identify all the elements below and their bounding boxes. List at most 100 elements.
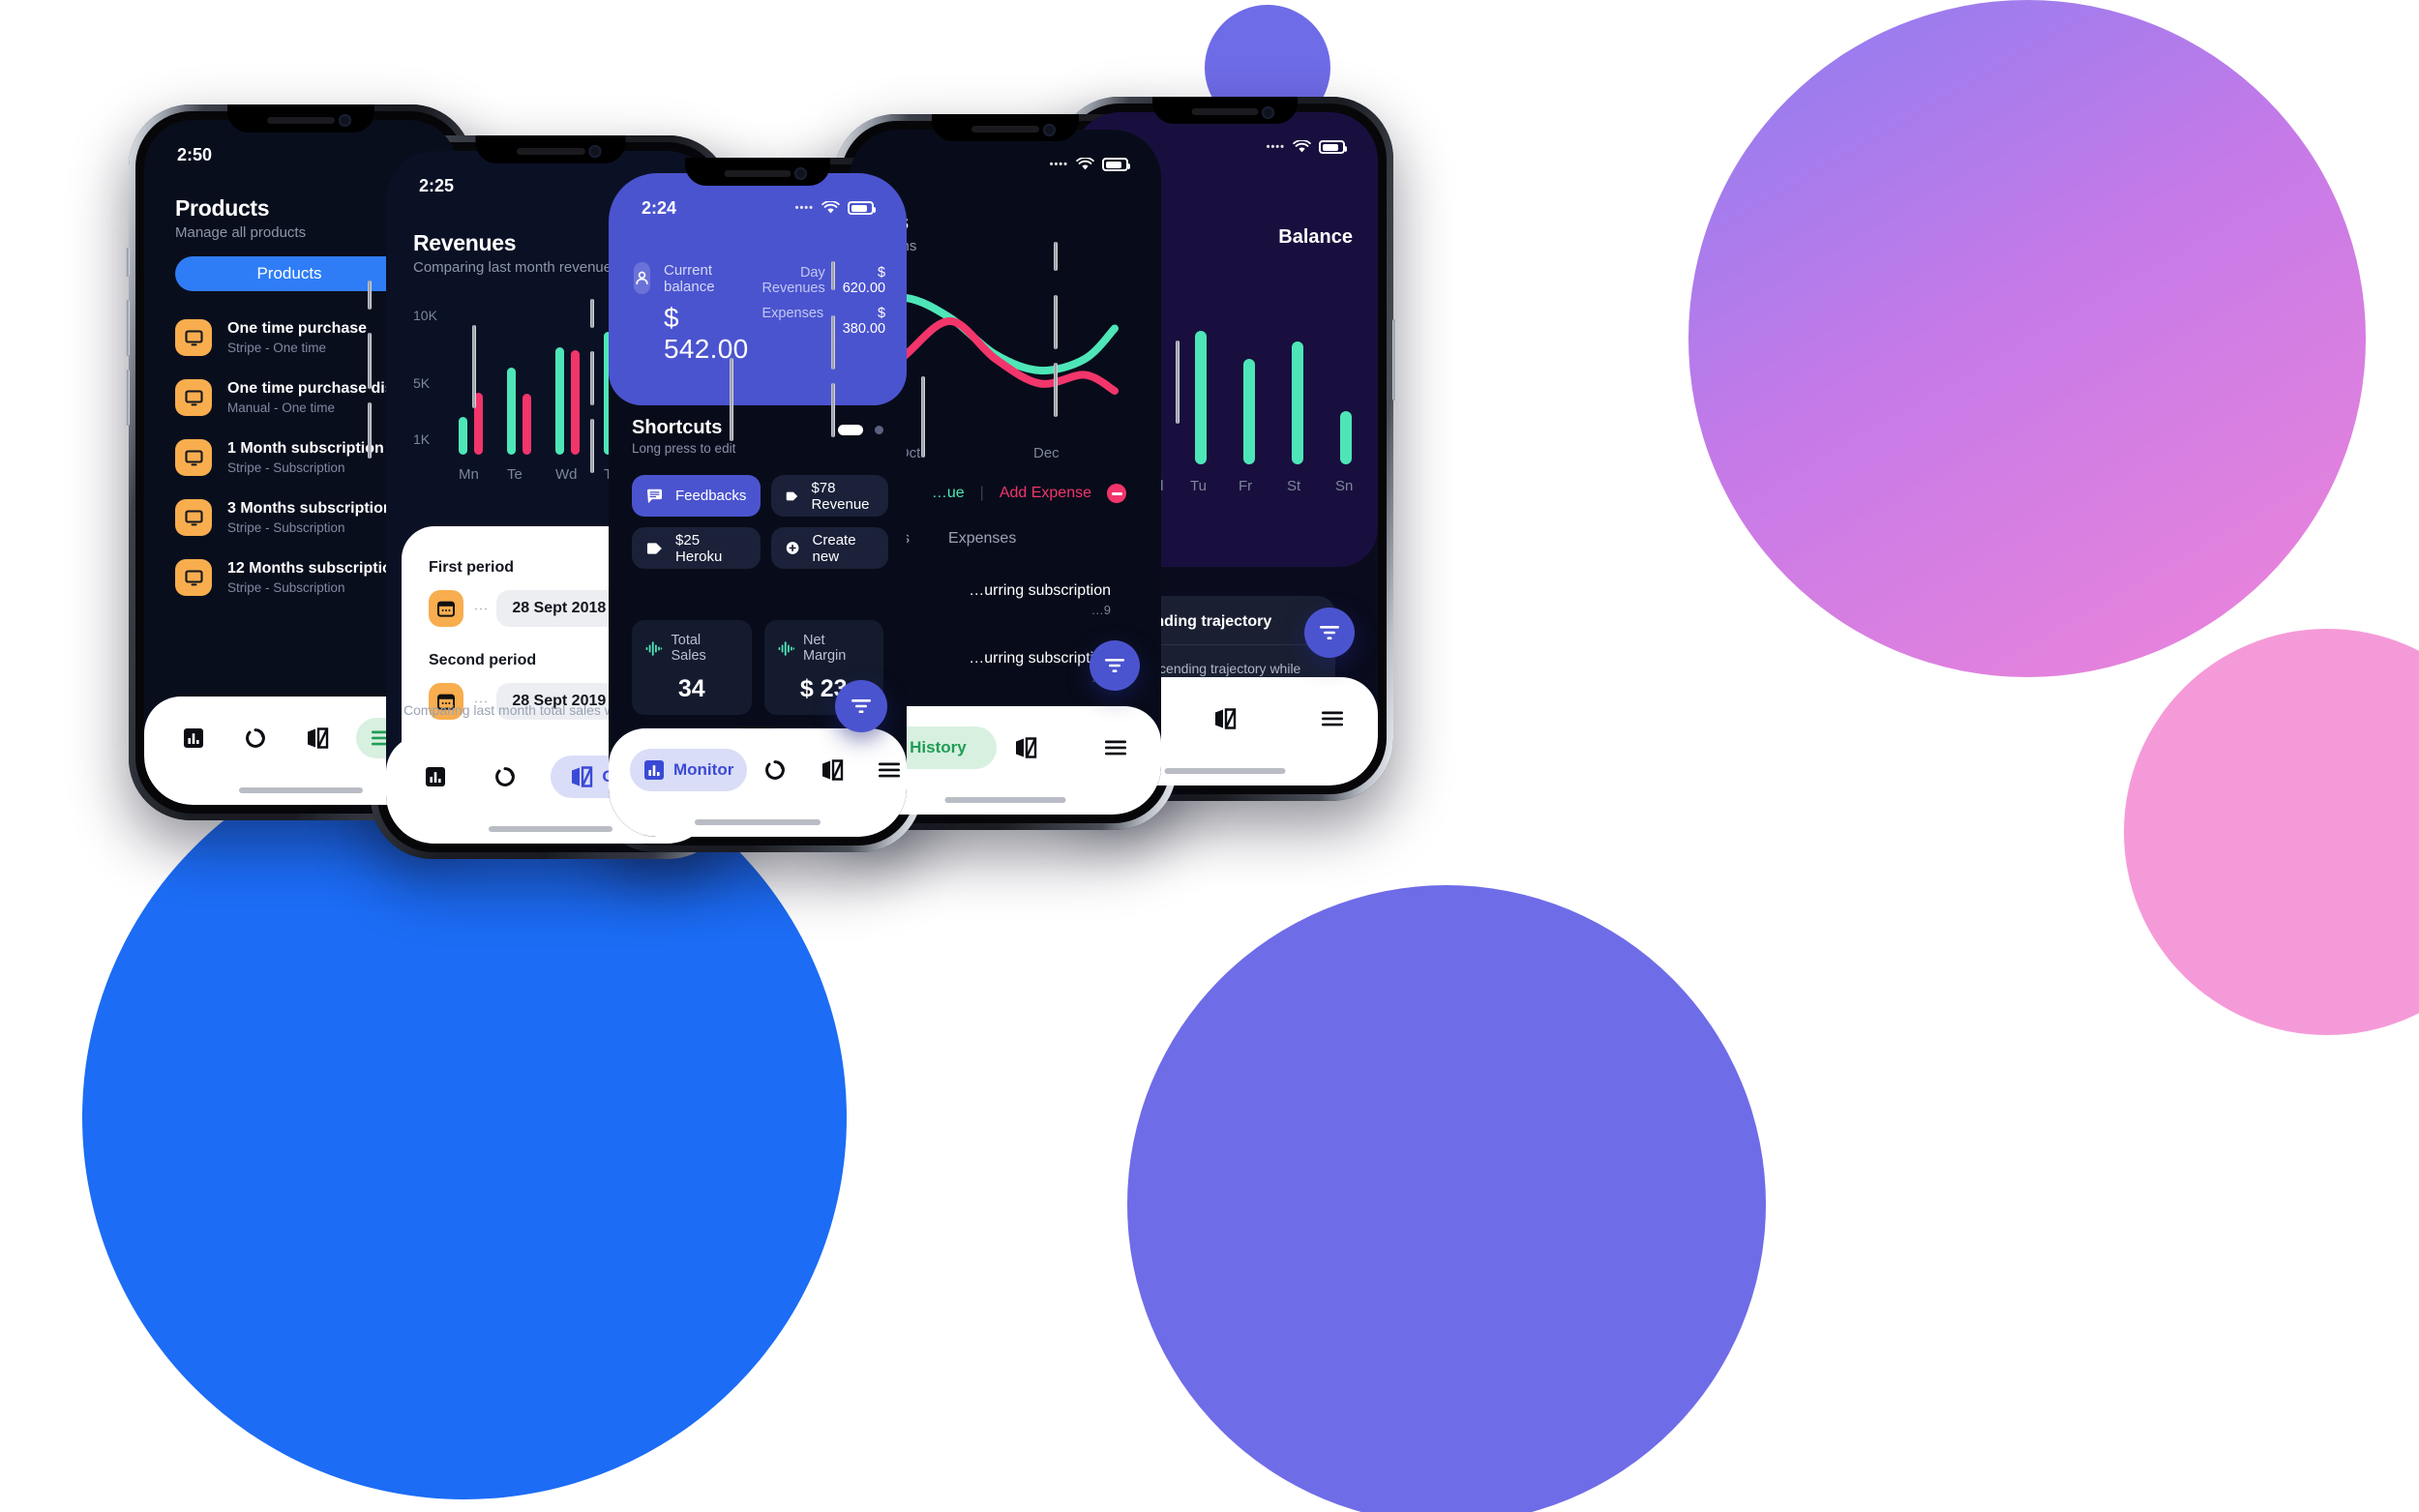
balance-row-label: Day Revenues bbox=[762, 265, 825, 296]
home-indicator bbox=[1164, 768, 1286, 774]
shortcut-buttons-grid[interactable]: Feedbacks $78 Revenue $25 Heroku Create ne… bbox=[632, 475, 889, 569]
phone-monitor: 2:24 •••• Current balance $ 542.00 Day R… bbox=[590, 158, 925, 852]
volume-up-button[interactable] bbox=[368, 333, 372, 389]
compare-icon bbox=[1215, 708, 1237, 729]
transaction-date: …9 bbox=[969, 670, 1111, 685]
nav-item-label: History bbox=[910, 738, 967, 756]
product-meta: Stripe - Subscription bbox=[227, 580, 345, 595]
minus-circle-icon[interactable] bbox=[1107, 484, 1126, 503]
x-axis-tick: Sn bbox=[1335, 478, 1354, 494]
menu-icon bbox=[879, 762, 901, 778]
volume-down-button[interactable] bbox=[1054, 363, 1058, 417]
status-time: 2:25 bbox=[419, 175, 455, 195]
nav-item-monitor[interactable]: Monitor bbox=[630, 749, 748, 791]
filter-fab-button[interactable] bbox=[1304, 608, 1355, 658]
balance-kv-list: Day Revenues $ 620.00 Expenses $ 380.00 bbox=[762, 262, 885, 365]
shortcut--25-heroku[interactable]: $25 Heroku bbox=[632, 527, 762, 569]
bar-current bbox=[554, 347, 564, 455]
bar-chart-icon bbox=[426, 767, 445, 786]
filter-icon bbox=[1320, 626, 1339, 639]
bar-group bbox=[1225, 317, 1273, 464]
x-axis-tick: Tu bbox=[1190, 478, 1207, 494]
tab-expenses[interactable]: Expenses bbox=[948, 530, 1016, 548]
nav-item-compare[interactable] bbox=[807, 749, 857, 791]
menu-icon bbox=[1322, 711, 1343, 726]
waveform-icon bbox=[645, 640, 663, 656]
wifi-icon bbox=[1293, 140, 1311, 153]
volume-up-button[interactable] bbox=[126, 300, 130, 356]
volume-down-button[interactable] bbox=[368, 402, 372, 459]
nav-item-menu[interactable] bbox=[1091, 729, 1140, 766]
power-button[interactable] bbox=[1392, 319, 1396, 400]
mute-switch[interactable] bbox=[831, 261, 835, 290]
drag-handle-icon[interactable]: ⋮ bbox=[472, 602, 489, 616]
power-button[interactable] bbox=[472, 325, 476, 408]
product-name: 3 Months subscriptions bbox=[227, 500, 402, 517]
balance-label: Current balance bbox=[664, 262, 715, 295]
bar-group bbox=[1273, 317, 1322, 464]
nav-item-donut-chart[interactable] bbox=[751, 749, 799, 791]
nav-item-compare[interactable] bbox=[1000, 726, 1051, 769]
filter-icon bbox=[851, 699, 871, 713]
monitor-icon bbox=[175, 499, 212, 536]
power-button[interactable] bbox=[1176, 341, 1180, 424]
filter-fab-button[interactable] bbox=[835, 680, 887, 732]
shortcut-create-new[interactable]: Create new bbox=[771, 527, 889, 569]
mute-switch[interactable] bbox=[126, 248, 130, 277]
balance-row-value: $ 620.00 bbox=[842, 265, 886, 296]
tag-icon bbox=[787, 491, 798, 500]
donut-chart-icon bbox=[245, 728, 265, 748]
shortcut--78-revenue[interactable]: $78 Revenue bbox=[771, 475, 889, 517]
nav-item-donut-chart[interactable] bbox=[481, 756, 529, 798]
phone4-notch bbox=[932, 114, 1079, 141]
monitor-icon bbox=[175, 559, 212, 596]
nav-item-bar-chart[interactable] bbox=[411, 756, 460, 798]
filter-icon bbox=[1105, 659, 1124, 672]
nav-item-donut-chart[interactable] bbox=[231, 717, 280, 759]
x-axis-tick: Dec bbox=[1033, 445, 1060, 461]
volume-down-button[interactable] bbox=[831, 383, 835, 437]
balance-row-value: $ 380.00 bbox=[842, 306, 886, 337]
power-button[interactable] bbox=[730, 358, 733, 441]
power-button[interactable] bbox=[921, 376, 925, 458]
shortcut-feedbacks[interactable]: Feedbacks bbox=[632, 475, 762, 517]
shortcuts-section: Shortcuts Long press to edit Feedbacks $7… bbox=[632, 417, 889, 569]
volume-up-button[interactable] bbox=[1054, 295, 1058, 349]
stat-label: Net Margin bbox=[803, 633, 847, 664]
nav-item-compare[interactable] bbox=[292, 717, 343, 759]
bar-current bbox=[458, 417, 467, 455]
product-meta: Stripe - Subscription bbox=[227, 520, 345, 535]
volume-up-button[interactable] bbox=[590, 351, 594, 405]
stat-card-total-sales[interactable]: Total Sales 34 bbox=[632, 620, 752, 715]
nav-item-menu[interactable] bbox=[865, 752, 907, 788]
filter-fab-button[interactable] bbox=[1090, 640, 1140, 691]
add-expense-link[interactable]: Add Expense bbox=[1000, 485, 1091, 502]
nav-item-compare[interactable] bbox=[1200, 697, 1250, 740]
balance-content: Current balance $ 542.00 Day Revenues $ 6… bbox=[634, 262, 885, 365]
nav-item-bar-chart[interactable] bbox=[169, 717, 218, 759]
product-name: One time purchase bbox=[227, 320, 368, 337]
mute-switch[interactable] bbox=[368, 281, 372, 310]
volume-down-button[interactable] bbox=[590, 419, 594, 473]
mute-switch[interactable] bbox=[1054, 242, 1058, 271]
person-icon[interactable] bbox=[634, 262, 650, 294]
volume-down-button[interactable] bbox=[126, 370, 130, 426]
wifi-icon bbox=[821, 201, 840, 214]
phone1-notch bbox=[227, 104, 374, 133]
transaction-name: …urring subscription bbox=[969, 582, 1111, 599]
bar-group bbox=[446, 313, 494, 455]
volume-up-button[interactable] bbox=[831, 315, 835, 370]
home-indicator bbox=[695, 819, 821, 825]
shortcuts-toggle[interactable] bbox=[838, 425, 863, 435]
plus-icon bbox=[787, 542, 799, 554]
calendar-icon[interactable] bbox=[429, 590, 464, 627]
add-revenue-link[interactable]: …ue bbox=[932, 485, 965, 502]
first-period-date-field[interactable]: 28 Sept 2018 bbox=[496, 590, 622, 627]
tag-icon bbox=[646, 542, 662, 554]
battery-icon bbox=[1102, 158, 1130, 171]
mute-switch[interactable] bbox=[590, 299, 594, 328]
shortcut-label: $25 Heroku bbox=[675, 531, 723, 565]
nav-item-menu[interactable] bbox=[1308, 700, 1357, 737]
bar-group bbox=[1177, 317, 1225, 464]
shortcuts-more-dot[interactable] bbox=[875, 426, 883, 434]
